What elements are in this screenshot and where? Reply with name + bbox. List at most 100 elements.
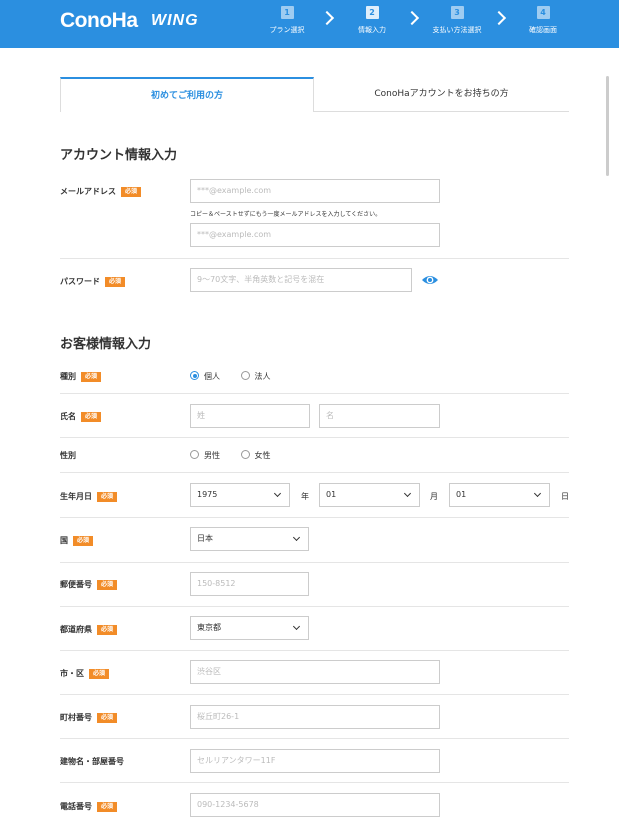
- password-label: パスワード 必須: [60, 276, 126, 287]
- country-select[interactable]: 日本: [190, 527, 309, 551]
- conoha-logo[interactable]: ConoHa: [60, 9, 138, 33]
- town-field[interactable]: 桜丘町26-1: [190, 705, 440, 729]
- type-label-text: 種別: [60, 372, 76, 381]
- type-option-corporate[interactable]: 法人: [240, 371, 271, 382]
- chevron-down-icon: [403, 489, 412, 498]
- divider: [60, 258, 569, 259]
- prefecture-select[interactable]: 東京都: [190, 616, 309, 640]
- gender-option-female[interactable]: 女性: [240, 450, 271, 461]
- building-field[interactable]: セルリアンタワー11F: [190, 749, 440, 773]
- birth-year-value: 1975: [197, 490, 218, 499]
- building-label-text: 建物名・部屋番号: [60, 757, 124, 766]
- birthdate-label-text: 生年月日: [60, 492, 92, 501]
- email-hint: コピー＆ペーストせずにもう一度メールアドレスを入力してください。: [190, 211, 382, 218]
- radio-checked-icon[interactable]: [190, 371, 199, 380]
- country-label: 国必須: [60, 535, 94, 546]
- name-label: 氏名 必須: [60, 411, 102, 422]
- required-badge: 必須: [81, 372, 102, 382]
- required-badge: 必須: [121, 187, 142, 197]
- step-label: 確認画面: [529, 26, 557, 34]
- step-number: 4: [536, 6, 550, 19]
- radio-label: 個人: [204, 372, 220, 381]
- country-label-text: 国: [60, 536, 68, 545]
- gender-radio-group: 男性 女性: [190, 450, 289, 461]
- birth-year-select[interactable]: 1975: [190, 483, 290, 507]
- chevron-right-icon: [404, 10, 420, 26]
- divider: [60, 393, 569, 394]
- required-badge: 必須: [97, 580, 118, 590]
- divider: [60, 562, 569, 563]
- header-bar: ConoHa WING 1 プラン選択 2 情報入力 3 支払い方法選択 4 確…: [0, 0, 619, 48]
- town-label-text: 町村番号: [60, 713, 92, 722]
- tab-existing-user[interactable]: ConoHaアカウントをお持ちの方: [314, 77, 569, 112]
- required-badge: 必須: [105, 277, 126, 287]
- divider: [60, 650, 569, 651]
- month-unit: 月: [430, 492, 438, 501]
- required-badge: 必須: [97, 492, 118, 502]
- birth-month-select[interactable]: 01: [319, 483, 420, 507]
- postal-label-text: 郵便番号: [60, 580, 92, 589]
- divider: [60, 472, 569, 473]
- divider: [60, 782, 569, 783]
- email-label-text: メールアドレス: [60, 187, 116, 196]
- email-confirm-field[interactable]: ***@example.com: [190, 223, 440, 247]
- day-unit: 日: [561, 492, 569, 501]
- year-unit: 年: [301, 492, 309, 501]
- show-password-eye-icon[interactable]: [421, 272, 439, 288]
- gender-option-male[interactable]: 男性: [190, 450, 220, 461]
- divider: [60, 738, 569, 739]
- radio-icon[interactable]: [240, 371, 250, 380]
- radio-icon[interactable]: [240, 450, 250, 459]
- step-label: 支払い方法選択: [432, 26, 482, 34]
- step-number: 2: [365, 6, 379, 19]
- customer-section-title: お客様情報入力: [60, 337, 152, 352]
- chevron-down-icon: [533, 489, 542, 498]
- city-label-text: 市・区: [60, 669, 84, 678]
- postal-code-field[interactable]: 150-8512: [190, 572, 309, 596]
- password-field[interactable]: 9～70文字、半角英数と記号を混在: [190, 268, 412, 292]
- required-badge: 必須: [97, 625, 118, 635]
- password-label-text: パスワード: [60, 277, 100, 286]
- postal-label: 郵便番号 必須: [60, 579, 118, 590]
- required-badge: 必須: [97, 713, 118, 723]
- prefecture-label-text: 都道府県: [60, 625, 92, 634]
- step-info: 2 情報入力: [342, 6, 402, 35]
- chevron-right-icon: [319, 10, 335, 26]
- chevron-down-icon: [273, 489, 282, 498]
- birthdate-label: 生年月日 必須: [60, 491, 118, 502]
- divider: [60, 606, 569, 607]
- prefecture-value: 東京都: [197, 623, 221, 632]
- gender-label: 性別: [60, 450, 76, 461]
- step-number: 1: [280, 6, 294, 19]
- divider: [60, 517, 569, 518]
- radio-label: 男性: [204, 451, 220, 460]
- step-plan: 1 プラン選択: [257, 6, 317, 35]
- type-option-individual[interactable]: 個人: [190, 371, 220, 382]
- phone-label: 電話番号 必須: [60, 801, 118, 812]
- type-label: 種別 必須: [60, 371, 102, 382]
- scrollbar[interactable]: [606, 76, 609, 176]
- city-field[interactable]: 渋谷区: [190, 660, 440, 684]
- required-badge: 必須: [73, 536, 94, 546]
- required-badge: 必須: [81, 412, 102, 422]
- radio-label: 女性: [254, 451, 271, 460]
- last-name-field[interactable]: 姓: [190, 404, 310, 428]
- tab-new-user[interactable]: 初めてご利用の方: [60, 77, 314, 112]
- city-label: 市・区 必須: [60, 668, 110, 679]
- town-label: 町村番号 必須: [60, 712, 118, 723]
- type-radio-group: 個人 法人: [190, 371, 289, 382]
- birth-day-select[interactable]: 01: [449, 483, 550, 507]
- phone-label-text: 電話番号: [60, 802, 92, 811]
- birth-month-value: 01: [326, 490, 337, 499]
- radio-icon[interactable]: [190, 450, 199, 459]
- email-label: メールアドレス 必須: [60, 186, 142, 197]
- step-label: プラン選択: [269, 26, 305, 34]
- required-badge: 必須: [97, 802, 118, 812]
- wing-logo: WING: [151, 12, 199, 29]
- phone-field[interactable]: 090-1234-5678: [190, 793, 440, 817]
- account-section-title: アカウント情報入力: [60, 148, 178, 163]
- divider: [60, 694, 569, 695]
- email-field[interactable]: ***@example.com: [190, 179, 440, 203]
- chevron-right-icon: [491, 10, 507, 26]
- first-name-field[interactable]: 名: [319, 404, 440, 428]
